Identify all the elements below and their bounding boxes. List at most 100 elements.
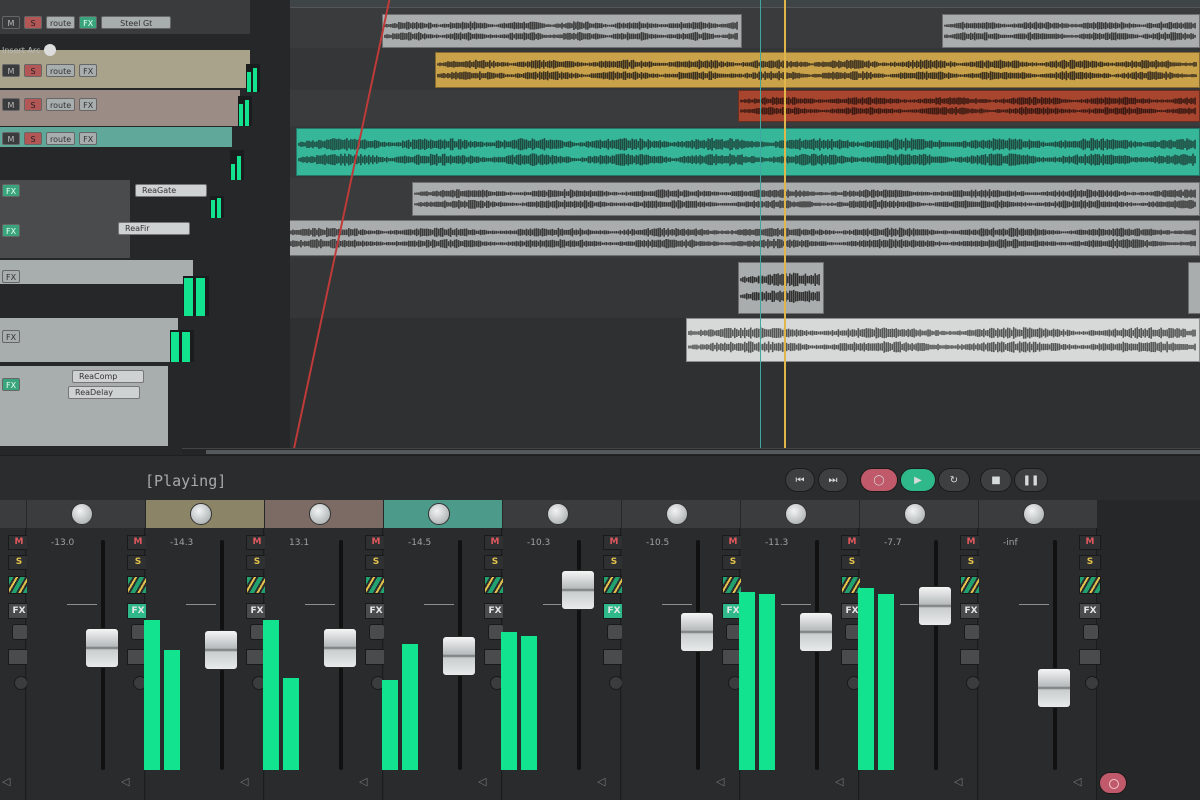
track-5-fx[interactable]: FX: [2, 183, 21, 197]
track-2-solo[interactable]: S: [24, 63, 42, 77]
play-button[interactable]: ▶: [900, 468, 936, 492]
track-4-fx[interactable]: FX: [79, 131, 98, 145]
media-item-8[interactable]: [738, 262, 824, 314]
track-1-solo[interactable]: S: [24, 15, 42, 29]
strip-header: [27, 500, 145, 528]
track-4-route[interactable]: route: [46, 131, 76, 145]
track-4-solo[interactable]: S: [24, 131, 42, 145]
media-item-5[interactable]: [296, 128, 1200, 176]
track-1-fx[interactable]: FX: [79, 15, 98, 29]
plugin-slot-reagate[interactable]: ReaGate: [135, 184, 207, 197]
media-item-9[interactable]: [1188, 262, 1200, 314]
repeat-button[interactable]: ↻: [938, 468, 970, 492]
volume-fader[interactable]: [680, 612, 714, 652]
volume-fader[interactable]: [561, 570, 595, 610]
go-to-end-button[interactable]: ⏭: [818, 468, 848, 492]
record-arm-icon[interactable]: [44, 44, 57, 56]
phase-icon[interactable]: [966, 676, 980, 690]
horizontal-scrollbar[interactable]: [182, 448, 1200, 455]
media-item-3[interactable]: [435, 52, 1200, 88]
track-1-mute[interactable]: M: [2, 15, 20, 29]
phase-icon[interactable]: [609, 676, 623, 690]
pan-knob[interactable]: [309, 503, 331, 525]
track-2-route[interactable]: route: [46, 63, 76, 77]
speaker-icon[interactable]: ◁: [835, 776, 847, 788]
pan-knob[interactable]: [71, 503, 93, 525]
plugin-slot-readelay[interactable]: ReaDelay: [68, 386, 140, 399]
speaker-icon[interactable]: ◁: [597, 776, 609, 788]
volume-fader[interactable]: [1037, 668, 1071, 708]
mixer-strip: -11.3 M S FX ◁: [739, 500, 889, 800]
fader-track[interactable]: [934, 540, 938, 770]
loop-marker[interactable]: [760, 0, 761, 455]
media-item-1[interactable]: [382, 14, 742, 48]
pan-knob[interactable]: [1023, 503, 1045, 525]
track-8-fx[interactable]: FX: [2, 329, 21, 343]
track-4-mute[interactable]: M: [2, 131, 20, 145]
pause-button[interactable]: ❚❚: [1014, 468, 1048, 492]
track-1-route[interactable]: route: [46, 15, 76, 29]
record-button[interactable]: ◯: [860, 468, 898, 492]
media-item-7[interactable]: [290, 220, 1200, 256]
timeline-ruler[interactable]: [290, 0, 1200, 8]
volume-fader[interactable]: [442, 636, 476, 676]
pan-knob[interactable]: [428, 503, 450, 525]
speaker-icon[interactable]: ◁: [478, 776, 490, 788]
speaker-icon[interactable]: ◁: [1073, 776, 1085, 788]
track-1-name[interactable]: Steel Gt: [101, 15, 172, 29]
pan-knob[interactable]: [904, 503, 926, 525]
volume-fader[interactable]: [799, 612, 833, 652]
plugin-slot-reafir[interactable]: ReaFir: [118, 222, 190, 235]
pan-knob[interactable]: [785, 503, 807, 525]
track-header-6[interactable]: [0, 260, 193, 284]
fx-bypass-icon[interactable]: [607, 624, 623, 640]
solo-button[interactable]: S: [1079, 555, 1101, 570]
media-item-10[interactable]: [686, 318, 1200, 362]
speaker-icon[interactable]: ◁: [359, 776, 371, 788]
track-6-fx[interactable]: FX: [2, 223, 21, 237]
track-3-route[interactable]: route: [46, 97, 76, 111]
volume-fader[interactable]: [204, 630, 238, 670]
routing-button[interactable]: [1079, 649, 1101, 665]
pan-knob[interactable]: [547, 503, 569, 525]
track-7-fx[interactable]: FX: [2, 269, 21, 283]
media-item-4[interactable]: [738, 90, 1200, 122]
fx-bypass-icon[interactable]: [369, 624, 385, 640]
mute-button[interactable]: M: [1079, 535, 1101, 550]
fx-button[interactable]: FX: [1079, 603, 1101, 619]
media-item-2[interactable]: [942, 14, 1200, 48]
plugin-slot-reacomp[interactable]: ReaComp: [72, 370, 144, 383]
volume-fader[interactable]: [323, 628, 357, 668]
pan-knob[interactable]: [666, 503, 688, 525]
input-monitor-button[interactable]: [1079, 576, 1101, 594]
track-2-fx[interactable]: FX: [79, 63, 98, 77]
speaker-icon[interactable]: ◁: [716, 776, 728, 788]
fx-bypass-icon[interactable]: [12, 624, 28, 640]
arrange-view[interactable]: [290, 0, 1200, 455]
fx-bypass-icon[interactable]: [1083, 624, 1099, 640]
record-arm-button[interactable]: [1099, 772, 1127, 794]
scrollbar-thumb[interactable]: [206, 450, 1200, 454]
track-2-mute[interactable]: M: [2, 63, 20, 77]
speaker-icon[interactable]: ◁: [2, 776, 14, 788]
volume-fader[interactable]: [85, 628, 119, 668]
pan-knob[interactable]: [190, 503, 212, 525]
volume-fader[interactable]: [918, 586, 952, 626]
track-3-mute[interactable]: M: [2, 97, 20, 111]
phase-icon[interactable]: [1085, 676, 1099, 690]
stop-button[interactable]: ■: [980, 468, 1012, 492]
speaker-icon[interactable]: ◁: [121, 776, 133, 788]
track-3-solo[interactable]: S: [24, 97, 42, 111]
fader-track[interactable]: [815, 540, 819, 770]
speaker-icon[interactable]: ◁: [954, 776, 966, 788]
fader-track[interactable]: [696, 540, 700, 770]
fader-track[interactable]: [1053, 540, 1057, 770]
phase-icon[interactable]: [14, 676, 28, 690]
speaker-icon[interactable]: ◁: [240, 776, 252, 788]
fx-bypass-icon[interactable]: [964, 624, 980, 640]
go-to-start-button[interactable]: ⏮: [785, 468, 815, 492]
track-3-fx[interactable]: FX: [79, 97, 98, 111]
track-9-fx[interactable]: FX: [2, 377, 21, 391]
track-header-7[interactable]: [0, 318, 178, 362]
media-item-6[interactable]: [412, 182, 1200, 216]
